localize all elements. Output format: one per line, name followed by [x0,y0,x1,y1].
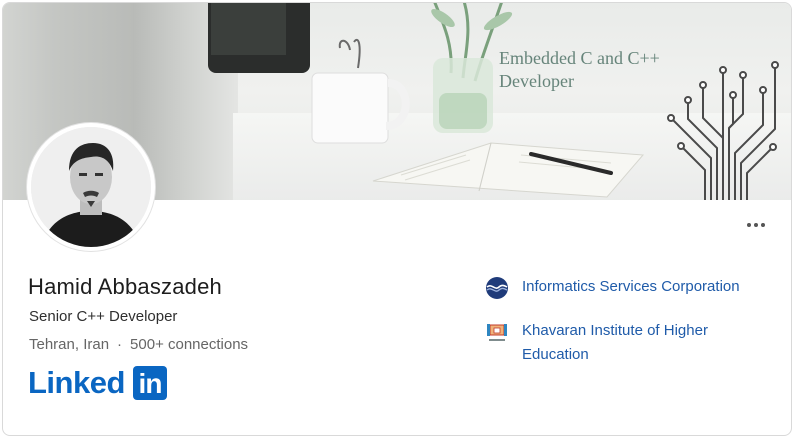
profile-name: Hamid Abbaszadeh [28,274,222,299]
org-khavaran-institute-label: Khavaran Institute of Higher Education [522,322,708,363]
profile-photo [31,127,151,247]
profile-avatar[interactable] [27,123,155,251]
org-khavaran-institute[interactable]: Khavaran Institute of Higher Education [485,319,767,367]
meta-separator: · [117,336,123,353]
circuit-graphic [667,61,779,200]
linkedin-logo-box: in [133,366,167,400]
profile-card: Embedded C and C++ Developer Hamid Abbas… [2,2,792,436]
informatics-services-logo-icon [486,277,508,299]
profile-meta: Tehran, Iran · 500+ connections [29,336,248,353]
banner-monitor-screen [211,3,286,55]
linkedin-logo-text: Linked [28,365,125,400]
profile-headline: Senior C++ Developer [29,308,178,325]
profile-connections: 500+ connections [130,336,249,353]
more-options-button[interactable] [741,213,771,237]
banner-title: Embedded C and C++ Developer [499,48,660,91]
org-informatics-services-label: Informatics Services Corporation [522,278,740,295]
profile-location: Tehran, Iran [29,336,110,353]
more-horizontal-icon [747,223,751,227]
khavaran-institute-logo-icon [485,320,509,344]
org-informatics-services[interactable]: Informatics Services Corporation [485,275,767,300]
